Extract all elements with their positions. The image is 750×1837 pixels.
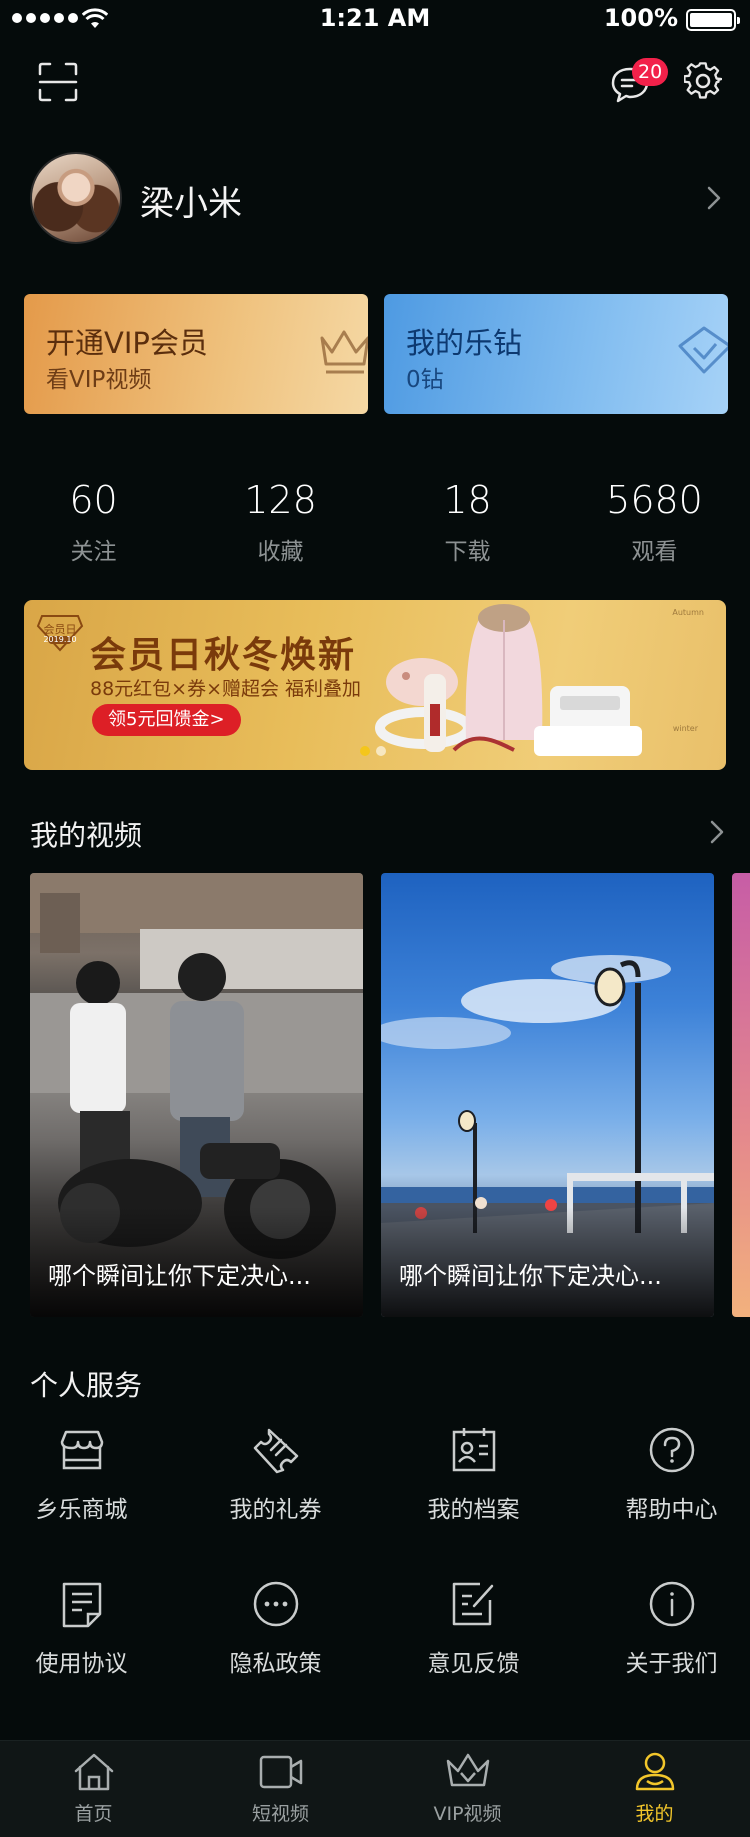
stat-views[interactable]: 5680 观看 [561, 478, 748, 566]
store-icon [60, 1430, 103, 1470]
video-card[interactable]: 哪个瞬间让你下定决心... [381, 873, 714, 1317]
video-card[interactable]: 哪个瞬间让你下定决心... [30, 873, 363, 1317]
stat-downloads[interactable]: 18 下载 [374, 478, 561, 566]
profile-card-icon [452, 1428, 495, 1472]
more-icon [253, 1581, 298, 1627]
tab-mine[interactable]: 我的 [561, 1751, 748, 1826]
diamond-card-subtitle: 0钻 [406, 367, 444, 393]
stat-favorites[interactable]: 128 收藏 [187, 478, 374, 566]
video-card-partial[interactable] [732, 873, 750, 1317]
battery-percent: 100% [603, 4, 678, 32]
vip-membership-card[interactable]: 开通VIP会员 看VIP视频 [24, 294, 368, 414]
service-label: 意见反馈 [427, 1651, 520, 1677]
products-illustration [375, 604, 642, 756]
service-profile[interactable]: 我的档案 [380, 1426, 567, 1524]
stat-value: 5680 [606, 478, 703, 522]
tab-vip-video[interactable]: VIP视频 [374, 1751, 561, 1826]
service-label: 我的档案 [427, 1497, 520, 1523]
service-feedback[interactable]: 意见反馈 [380, 1580, 567, 1678]
video-camera-icon [259, 1755, 302, 1789]
tab-label: 短视频 [251, 1803, 309, 1825]
promo-banner[interactable]: 会员日 2019.10 会员日秋冬焕新 88元红包×券×赠超会 福利叠加 领5元… [24, 600, 726, 770]
stats-row: 60 关注 128 收藏 18 下载 5680 观看 [0, 478, 750, 568]
service-terms[interactable]: 使用协议 [0, 1580, 175, 1678]
chevron-right-icon[interactable] [710, 820, 724, 844]
avatar[interactable] [30, 152, 122, 244]
service-label: 我的礼券 [229, 1497, 322, 1523]
tab-short-video[interactable]: 短视频 [187, 1751, 374, 1826]
my-video-title: 我的视频 [30, 819, 143, 852]
service-help[interactable]: 帮助中心 [578, 1426, 750, 1524]
tab-bar: 首页 短视频 VIP视频 我的 [0, 1740, 750, 1837]
tab-label: 首页 [74, 1803, 113, 1825]
service-about[interactable]: 关于我们 [578, 1580, 750, 1678]
tab-label: 我的 [635, 1803, 674, 1825]
scan-icon[interactable] [38, 62, 78, 102]
chevron-right-icon[interactable] [706, 185, 722, 211]
message-badge: 20 [632, 58, 669, 86]
service-label: 帮助中心 [625, 1497, 718, 1523]
crown-icon [446, 1753, 489, 1787]
username[interactable]: 梁小米 [140, 176, 242, 225]
gear-icon[interactable] [684, 62, 722, 100]
help-icon [649, 1427, 694, 1473]
status-bar: 1:21 AM 100% [0, 0, 750, 40]
tab-label: VIP视频 [433, 1803, 502, 1825]
service-store[interactable]: 乡乐商城 [0, 1426, 175, 1524]
stat-label: 下载 [444, 539, 491, 565]
diamond-card-title: 我的乐钻 [406, 326, 523, 360]
banner-pagination[interactable] [360, 746, 386, 756]
stat-value: 18 [443, 478, 492, 522]
stat-label: 观看 [631, 539, 678, 565]
service-label: 乡乐商城 [35, 1497, 128, 1523]
vip-card-title: 开通VIP会员 [46, 326, 208, 360]
stat-value: 60 [69, 478, 118, 522]
home-icon [74, 1753, 113, 1791]
ticket-icon [253, 1428, 298, 1474]
tab-home[interactable]: 首页 [0, 1751, 187, 1826]
feedback-icon [452, 1582, 493, 1626]
banner-cta-button[interactable]: 领5元回馈金> [92, 704, 241, 736]
video-caption: 哪个瞬间让你下定决心... [399, 1262, 662, 1290]
crown-icon [320, 330, 368, 374]
service-privacy[interactable]: 隐私政策 [182, 1580, 369, 1678]
stat-value: 128 [244, 478, 317, 522]
service-label: 关于我们 [625, 1651, 718, 1677]
banner-title: 会员日秋冬焕新 [90, 635, 357, 676]
banner-badge-year: 2019.10 [43, 635, 77, 644]
stat-follow[interactable]: 60 关注 [0, 478, 187, 566]
battery-icon [686, 9, 740, 31]
diamond-icon [678, 326, 728, 374]
info-icon [649, 1581, 694, 1627]
banner-subtitle: 88元红包×券×赠超会 福利叠加 [90, 678, 362, 700]
service-coupons[interactable]: 我的礼券 [182, 1426, 369, 1524]
video-caption: 哪个瞬间让你下定决心... [48, 1262, 311, 1290]
services-title: 个人服务 [30, 1369, 143, 1402]
stat-label: 关注 [70, 539, 117, 565]
service-label: 使用协议 [35, 1651, 128, 1677]
user-icon [635, 1752, 674, 1791]
document-icon [62, 1582, 101, 1628]
my-diamond-card[interactable]: 我的乐钻 0钻 [384, 294, 728, 414]
stat-label: 收藏 [257, 539, 304, 565]
service-label: 隐私政策 [229, 1651, 322, 1677]
vip-card-subtitle: 看VIP视频 [46, 367, 152, 393]
